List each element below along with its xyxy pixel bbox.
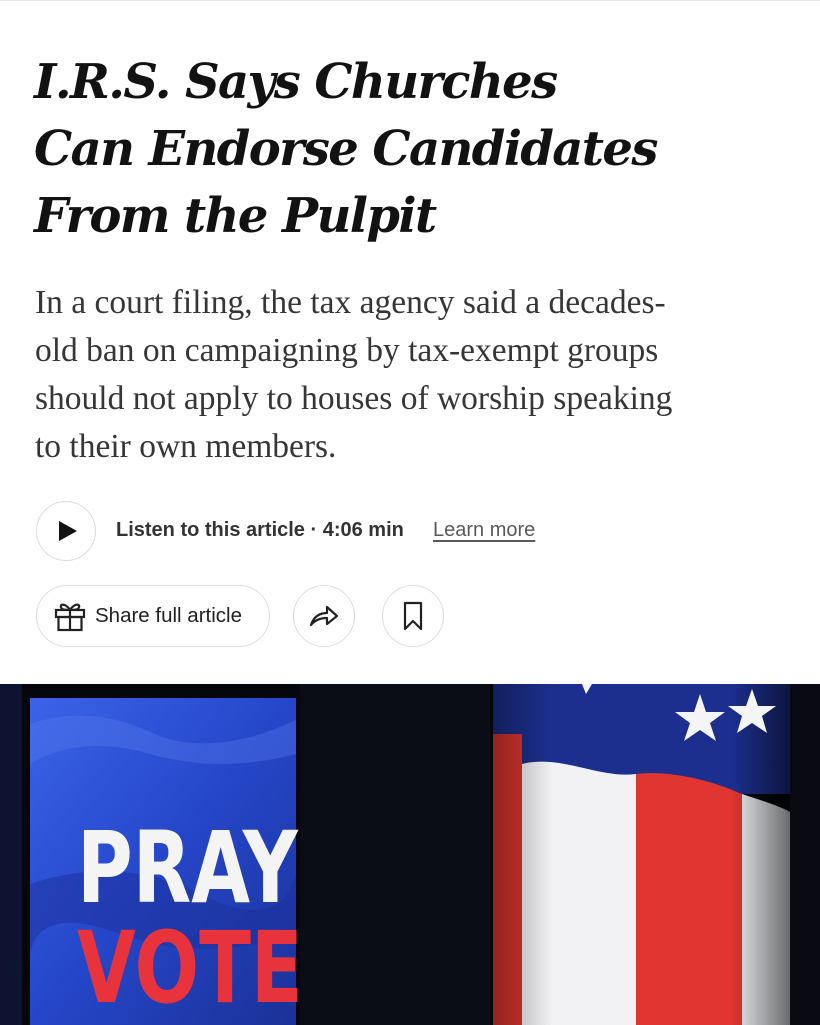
flag <box>493 684 790 1025</box>
learn-more-link[interactable]: Learn more <box>433 519 535 542</box>
play-button[interactable] <box>36 501 96 561</box>
article-summary: In a court filing, the tax agency said a… <box>35 279 795 471</box>
sign-text-vote: VOTE <box>77 910 303 1025</box>
headline: I.R.S. Says Churches Can Endorse Candida… <box>34 49 754 250</box>
audio-player: Listen to this article · 4:06 min Learn … <box>36 501 736 561</box>
article-header: I.R.S. Says Churches Can Endorse Candida… <box>0 0 820 684</box>
bookmark-icon <box>403 601 423 631</box>
summary-line: In a court filing, the tax agency said a… <box>35 284 666 321</box>
summary-line: should not apply to houses of worship sp… <box>35 380 673 417</box>
play-icon <box>59 521 77 541</box>
share-button[interactable] <box>293 585 355 647</box>
headline-line: From the Pulpit <box>34 188 437 244</box>
sign-text-pray: PRAY <box>77 810 299 925</box>
headline-line: I.R.S. Says Churches <box>34 54 558 110</box>
share-arrow-icon <box>309 605 339 627</box>
share-full-article-button[interactable]: Share full article <box>36 585 270 647</box>
listen-label: Listen to this article · 4:06 min <box>116 519 404 541</box>
bookmark-button[interactable] <box>382 585 444 647</box>
summary-line: to their own members. <box>35 428 337 465</box>
gift-icon <box>54 603 86 632</box>
share-full-article-label: Share full article <box>95 604 242 627</box>
summary-line: old ban on campaigning by tax-exempt gro… <box>35 332 659 369</box>
headline-line: Can Endorse Candidates <box>34 121 658 177</box>
article-actions: Share full article <box>36 585 736 647</box>
photo-illustration: PRAY VOTE <box>0 684 820 1025</box>
article-photo: PRAY VOTE <box>0 684 820 1025</box>
